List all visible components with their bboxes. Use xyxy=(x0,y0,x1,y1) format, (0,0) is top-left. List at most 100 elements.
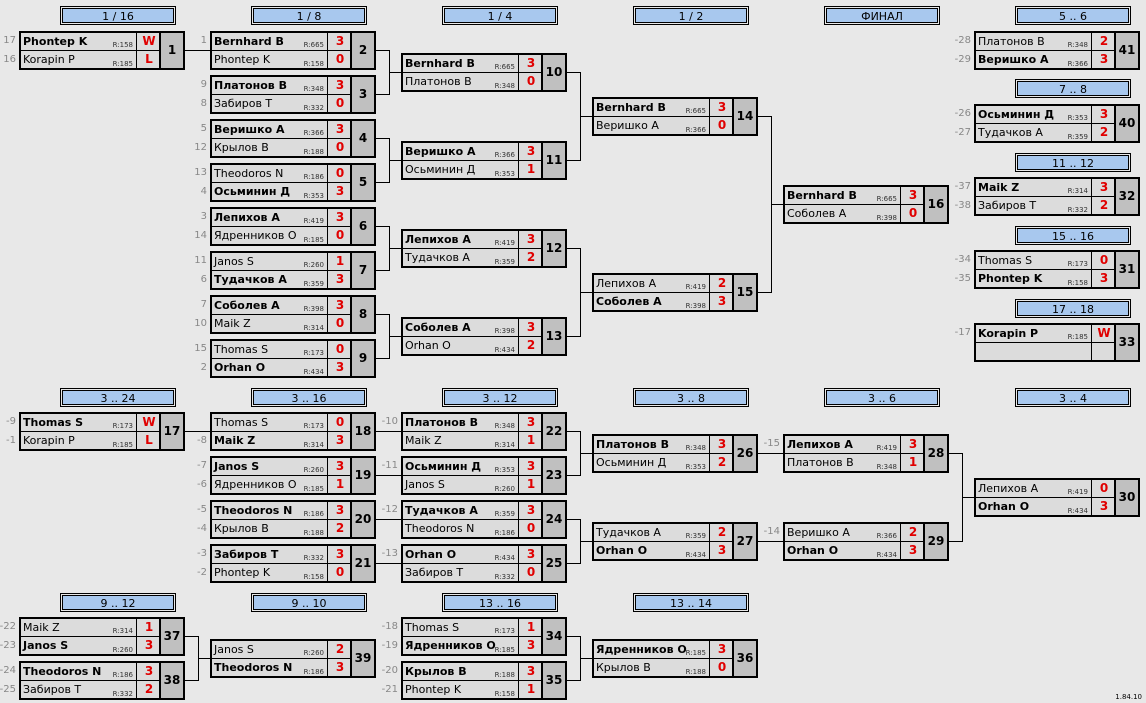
player-row[interactable]: Осьминин Д R:353 xyxy=(594,454,709,472)
match-box[interactable]: Theodoros N R:186 3 Крылов В R:188 2 20 xyxy=(210,500,376,539)
match-box[interactable]: Забиров Т R:332 3 Phontep K R:158 0 21 xyxy=(210,544,376,583)
match-box[interactable]: Лепихов А R:419 3 Тудачков А R:359 2 12 xyxy=(401,229,567,268)
player-row[interactable]: Осьминин Д R:353 xyxy=(403,458,518,476)
player-row[interactable]: Тудачков А R:359 xyxy=(594,524,709,542)
player-row[interactable]: Платонов В R:348 xyxy=(785,454,900,472)
player-row[interactable]: Phontep K R:158 xyxy=(403,681,518,699)
player-row[interactable]: Ядренников О R:185 xyxy=(212,476,327,494)
player-row[interactable]: Осьминин Д R:353 xyxy=(403,161,518,179)
player-row[interactable]: Платонов В R:348 xyxy=(403,73,518,91)
match-box[interactable]: Phontep K R:158 W Korapin P R:185 L 1 xyxy=(19,31,185,70)
match-box[interactable]: Веришко А R:366 3 Осьминин Д R:353 1 11 xyxy=(401,141,567,180)
player-row[interactable]: Платонов В R:348 xyxy=(212,77,327,95)
match-box[interactable]: Bernhard B R:665 3 Платонов В R:348 0 10 xyxy=(401,53,567,92)
match-box[interactable]: Bernhard B R:665 3 Веришко А R:366 0 14 xyxy=(592,97,758,136)
player-row[interactable]: Веришко А R:366 xyxy=(594,117,709,135)
match-box[interactable]: Осьминин Д R:353 3 Тудачков А R:359 2 40 xyxy=(974,104,1140,143)
player-row[interactable]: Thomas S R:173 xyxy=(403,619,518,637)
player-row[interactable]: Платонов В R:348 xyxy=(594,436,709,454)
match-box[interactable]: Bernhard B R:665 3 Соболев А R:398 0 16 xyxy=(783,185,949,224)
player-row[interactable]: Лепихов А R:419 xyxy=(594,275,709,293)
match-box[interactable]: Тудачков А R:359 2 Orhan O R:434 3 27 xyxy=(592,522,758,561)
player-row[interactable]: Phontep K R:158 xyxy=(212,51,327,69)
player-row[interactable]: Janos S R:260 xyxy=(212,253,327,271)
match-box[interactable]: Осьминин Д R:353 3 Janos S R:260 1 23 xyxy=(401,456,567,495)
player-row[interactable]: Theodoros N R:186 xyxy=(403,520,518,538)
player-row[interactable]: Thomas S R:173 xyxy=(212,341,327,359)
player-row[interactable]: Theodoros N R:186 xyxy=(212,165,327,183)
player-row[interactable]: Thomas S R:173 xyxy=(21,414,136,432)
player-row[interactable]: Крылов В R:188 xyxy=(403,663,518,681)
match-box[interactable]: Thomas S R:173 1 Ядренников О R:185 3 34 xyxy=(401,617,567,656)
player-row[interactable]: Maik Z R:314 xyxy=(212,432,327,450)
player-row[interactable]: Janos S R:260 xyxy=(21,637,136,655)
player-row[interactable]: Janos S R:260 xyxy=(212,641,327,659)
match-box[interactable]: Thomas S R:173 W Korapin P R:185 L 17 xyxy=(19,412,185,451)
player-row[interactable]: Janos S R:260 xyxy=(403,476,518,494)
player-row[interactable]: Забиров Т R:332 xyxy=(21,681,136,699)
match-box[interactable]: Лепихов А R:419 0 Orhan O R:434 3 30 xyxy=(974,478,1140,517)
player-row[interactable]: Bernhard B R:665 xyxy=(594,99,709,117)
player-row[interactable]: Bernhard B R:665 xyxy=(403,55,518,73)
player-row[interactable]: Theodoros N R:186 xyxy=(212,659,327,677)
match-box[interactable]: Thomas S R:173 0 Phontep K R:158 3 31 xyxy=(974,250,1140,289)
match-box[interactable]: Theodoros N R:186 0 Осьминин Д R:353 3 5 xyxy=(210,163,376,202)
match-box[interactable]: Maik Z R:314 3 Забиров Т R:332 2 32 xyxy=(974,177,1140,216)
player-row[interactable]: Лепихов А R:419 xyxy=(785,436,900,454)
player-row[interactable]: Тудачков А R:359 xyxy=(212,271,327,289)
player-row[interactable]: Веришко А R:366 xyxy=(403,143,518,161)
player-row[interactable]: Веришко А R:366 xyxy=(212,121,327,139)
player-row[interactable]: Крылов В R:188 xyxy=(212,139,327,157)
match-box[interactable]: Лепихов А R:419 3 Ядренников О R:185 0 6 xyxy=(210,207,376,246)
player-row[interactable]: Orhan O R:434 xyxy=(976,498,1091,516)
match-box[interactable]: Janos S R:260 2 Theodoros N R:186 3 39 xyxy=(210,639,376,678)
player-row[interactable]: Соболев А R:398 xyxy=(212,297,327,315)
player-row[interactable]: Соболев А R:398 xyxy=(785,205,900,223)
player-row[interactable]: Лепихов А R:419 xyxy=(976,480,1091,498)
match-box[interactable]: Крылов В R:188 3 Phontep K R:158 1 35 xyxy=(401,661,567,700)
player-row[interactable] xyxy=(976,343,1091,361)
player-row[interactable]: Веришко А R:366 xyxy=(785,524,900,542)
player-row[interactable]: Платонов В R:348 xyxy=(403,414,518,432)
player-row[interactable]: Тудачков А R:359 xyxy=(403,502,518,520)
match-box[interactable]: Платонов В R:348 2 Веришко А R:366 3 41 xyxy=(974,31,1140,70)
player-row[interactable]: Maik Z R:314 xyxy=(21,619,136,637)
player-row[interactable]: Orhan O R:434 xyxy=(212,359,327,377)
player-row[interactable]: Theodoros N R:186 xyxy=(212,502,327,520)
match-box[interactable]: Лепихов А R:419 3 Платонов В R:348 1 28 xyxy=(783,434,949,473)
match-box[interactable]: Веришко А R:366 3 Крылов В R:188 0 4 xyxy=(210,119,376,158)
player-row[interactable]: Забиров Т R:332 xyxy=(403,564,518,582)
player-row[interactable]: Крылов В R:188 xyxy=(212,520,327,538)
player-row[interactable]: Korapin P R:185 xyxy=(976,325,1091,343)
player-row[interactable]: Bernhard B R:665 xyxy=(785,187,900,205)
player-row[interactable]: Orhan O R:434 xyxy=(403,337,518,355)
player-row[interactable]: Theodoros N R:186 xyxy=(21,663,136,681)
player-row[interactable]: Лепихов А R:419 xyxy=(403,231,518,249)
player-row[interactable]: Крылов В R:188 xyxy=(594,659,709,677)
player-row[interactable]: Bernhard B R:665 xyxy=(212,33,327,51)
player-row[interactable]: Тудачков А R:359 xyxy=(403,249,518,267)
match-box[interactable]: Maik Z R:314 1 Janos S R:260 3 37 xyxy=(19,617,185,656)
match-box[interactable]: Соболев А R:398 3 Orhan O R:434 2 13 xyxy=(401,317,567,356)
match-box[interactable]: Theodoros N R:186 3 Забиров Т R:332 2 38 xyxy=(19,661,185,700)
match-box[interactable]: Thomas S R:173 0 Maik Z R:314 3 18 xyxy=(210,412,376,451)
player-row[interactable]: Korapin P R:185 xyxy=(21,432,136,450)
match-box[interactable]: Bernhard B R:665 3 Phontep K R:158 0 2 xyxy=(210,31,376,70)
match-box[interactable]: Веришко А R:366 2 Orhan O R:434 3 29 xyxy=(783,522,949,561)
match-box[interactable]: Orhan O R:434 3 Забиров Т R:332 0 25 xyxy=(401,544,567,583)
player-row[interactable]: Maik Z R:314 xyxy=(976,179,1091,197)
match-box[interactable]: Соболев А R:398 3 Maik Z R:314 0 8 xyxy=(210,295,376,334)
match-box[interactable]: Janos S R:260 3 Ядренников О R:185 1 19 xyxy=(210,456,376,495)
match-box[interactable]: Платонов В R:348 3 Maik Z R:314 1 22 xyxy=(401,412,567,451)
player-row[interactable]: Лепихов А R:419 xyxy=(212,209,327,227)
player-row[interactable]: Ядренников О R:185 xyxy=(594,641,709,659)
player-row[interactable]: Korapin P R:185 xyxy=(21,51,136,69)
player-row[interactable]: Забиров Т R:332 xyxy=(212,95,327,113)
player-row[interactable]: Ядренников О R:185 xyxy=(212,227,327,245)
player-row[interactable]: Thomas S R:173 xyxy=(212,414,327,432)
player-row[interactable]: Thomas S R:173 xyxy=(976,252,1091,270)
player-row[interactable]: Соболев А R:398 xyxy=(403,319,518,337)
player-row[interactable]: Orhan O R:434 xyxy=(594,542,709,560)
match-box[interactable]: Платонов В R:348 3 Забиров Т R:332 0 3 xyxy=(210,75,376,114)
match-box[interactable]: Ядренников О R:185 3 Крылов В R:188 0 36 xyxy=(592,639,758,678)
